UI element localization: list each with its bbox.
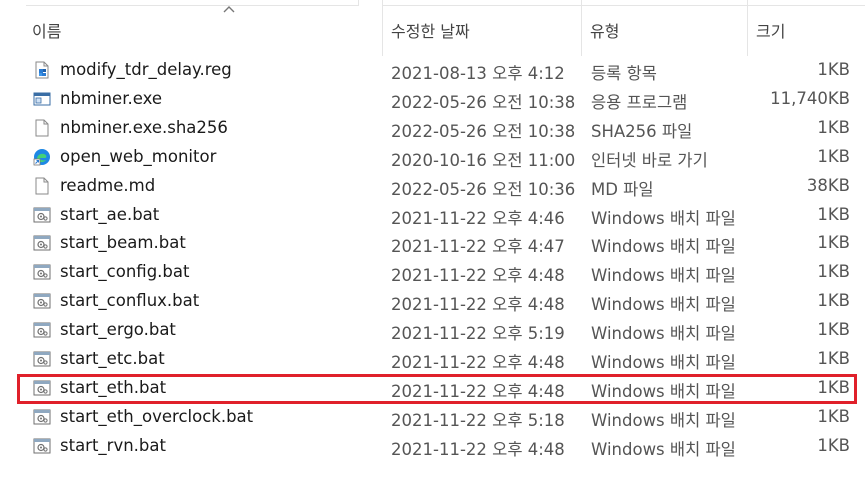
file-name: start_config.bat xyxy=(60,262,190,282)
file-name: start_eth_overclock.bat xyxy=(60,406,254,426)
column-header-date-label: 수정한 날짜 xyxy=(391,22,470,41)
column-header-name-label: 이름 xyxy=(32,22,62,41)
file-row[interactable]: start_conflux.bat 2021-11-22 오후 4:48 Windo… xyxy=(26,287,856,316)
file-row[interactable]: nbminer.exe.sha256 2022-05-26 오전 10:38 SHA… xyxy=(26,114,856,143)
file-date-modified: 2021-11-22 오후 5:18 xyxy=(391,410,565,430)
file-date-modified: 2021-08-13 오후 4:12 xyxy=(391,64,565,83)
application-icon xyxy=(33,90,51,108)
file-name: start_conflux.bat xyxy=(60,291,200,311)
file-type: SHA256 파일 xyxy=(591,121,693,141)
column-header-name[interactable]: 이름 xyxy=(26,0,358,56)
file-row[interactable]: modify_tdr_delay.reg 2021-08-13 오후 4:12 등록… xyxy=(26,56,856,85)
file-size: 1KB xyxy=(817,146,850,166)
batch-file-icon xyxy=(33,263,51,281)
batch-file-icon xyxy=(33,206,51,224)
file-row[interactable]: start_ae.bat 2021-11-22 오후 4:46 Windows 배치… xyxy=(26,201,856,230)
file-date-modified: 2022-05-26 오전 10:38 xyxy=(391,121,576,141)
batch-file-icon xyxy=(33,234,51,252)
file-row[interactable]: nbminer.exe 2022-05-26 오전 10:38 응용 프로그램 11,… xyxy=(26,85,856,114)
column-header-bar: 이름 수정한 날짜 유형 크기 xyxy=(0,0,865,56)
file-name: nbminer.exe.sha256 xyxy=(60,117,228,137)
file-name: start_beam.bat xyxy=(60,233,186,253)
file-name: modify_tdr_delay.reg xyxy=(60,60,232,79)
file-type: 인터넷 바로 가기 xyxy=(591,150,708,170)
blank-file-icon xyxy=(33,177,51,195)
file-row[interactable]: start_beam.bat 2021-11-22 오후 4:47 Windows … xyxy=(26,229,856,258)
file-date-modified: 2021-11-22 오후 4:48 xyxy=(391,439,565,459)
file-date-modified: 2022-05-26 오전 10:36 xyxy=(391,179,576,199)
file-name: open_web_monitor xyxy=(60,146,217,166)
file-size: 38KB xyxy=(806,175,850,195)
file-date-modified: 2021-11-22 오후 5:19 xyxy=(391,324,565,344)
file-date-modified: 2021-11-22 오후 4:47 xyxy=(391,237,565,257)
file-name: start_etc.bat xyxy=(60,349,165,368)
file-type: 응용 프로그램 xyxy=(591,92,688,112)
batch-file-icon xyxy=(33,408,51,426)
file-size: 1KB xyxy=(817,320,850,340)
file-date-modified: 2021-11-22 오후 4:48 xyxy=(391,266,565,286)
file-type: Windows 배치 파일 xyxy=(591,439,736,459)
registry-file-icon xyxy=(33,61,51,79)
blank-file-icon xyxy=(33,119,51,137)
file-type: Windows 배치 파일 xyxy=(591,295,736,315)
edge-shortcut-icon xyxy=(33,148,51,166)
sort-ascending-icon xyxy=(223,6,235,13)
file-name: readme.md xyxy=(60,175,156,195)
file-date-modified: 2021-11-22 오후 4:46 xyxy=(391,208,565,228)
file-size: 11,740KB xyxy=(770,88,850,108)
file-row[interactable]: start_rvn.bat 2021-11-22 오후 4:48 Windows 배… xyxy=(26,432,856,461)
file-size: 1KB xyxy=(817,349,850,368)
file-name: start_rvn.bat xyxy=(60,435,166,455)
file-date-modified: 2022-05-26 오전 10:38 xyxy=(391,92,576,112)
file-explorer-list: 이름 수정한 날짜 유형 크기 modify_tdr_delay.reg 2021… xyxy=(0,0,865,477)
file-date-modified: 2021-11-22 오후 4:48 xyxy=(391,353,565,372)
file-name: nbminer.exe xyxy=(60,88,162,108)
file-size: 1KB xyxy=(817,233,850,253)
file-type: Windows 배치 파일 xyxy=(591,208,736,228)
file-type: Windows 배치 파일 xyxy=(591,353,736,372)
batch-file-icon xyxy=(33,321,51,339)
file-row[interactable]: open_web_monitor 2020-10-16 오전 11:00 인터넷 바… xyxy=(26,143,856,172)
column-header-size-label: 크기 xyxy=(756,22,786,41)
file-type: Windows 배치 파일 xyxy=(591,237,736,257)
file-size: 1KB xyxy=(817,406,850,426)
batch-file-icon xyxy=(33,437,51,455)
file-date-modified: 2021-11-22 오후 4:48 xyxy=(391,295,565,315)
file-date-modified: 2020-10-16 오전 11:00 xyxy=(391,150,576,170)
column-header-type[interactable]: 유형 xyxy=(582,0,748,56)
file-row[interactable]: readme.md 2022-05-26 오전 10:36 MD 파일 38KB xyxy=(26,172,856,201)
file-type: Windows 배치 파일 xyxy=(591,266,736,286)
file-row[interactable]: start_ergo.bat 2021-11-22 오후 5:19 Windows … xyxy=(26,316,856,345)
file-type: 등록 항목 xyxy=(591,64,657,83)
file-size: 1KB xyxy=(817,262,850,282)
column-header-date[interactable]: 수정한 날짜 xyxy=(382,0,582,56)
file-name: start_ergo.bat xyxy=(60,320,176,340)
file-row[interactable]: start_etc.bat 2021-11-22 오후 4:48 Windows 배… xyxy=(26,345,856,374)
file-size: 1KB xyxy=(817,435,850,455)
file-size: 1KB xyxy=(817,291,850,311)
column-header-size[interactable]: 크기 xyxy=(748,0,865,56)
file-row[interactable]: start_eth_overclock.bat 2021-11-22 오후 5:1… xyxy=(26,403,856,432)
file-size: 1KB xyxy=(817,204,850,224)
file-name: start_ae.bat xyxy=(60,204,160,224)
file-type: MD 파일 xyxy=(591,179,654,199)
file-row[interactable]: start_config.bat 2021-11-22 오후 4:48 Window… xyxy=(26,258,856,287)
file-type: Windows 배치 파일 xyxy=(591,410,736,430)
file-size: 1KB xyxy=(817,117,850,137)
file-size: 1KB xyxy=(817,60,850,79)
file-type: Windows 배치 파일 xyxy=(591,324,736,344)
column-header-type-label: 유형 xyxy=(590,22,620,41)
batch-file-icon xyxy=(33,350,51,368)
batch-file-icon xyxy=(33,292,51,310)
highlight-annotation xyxy=(17,374,857,404)
